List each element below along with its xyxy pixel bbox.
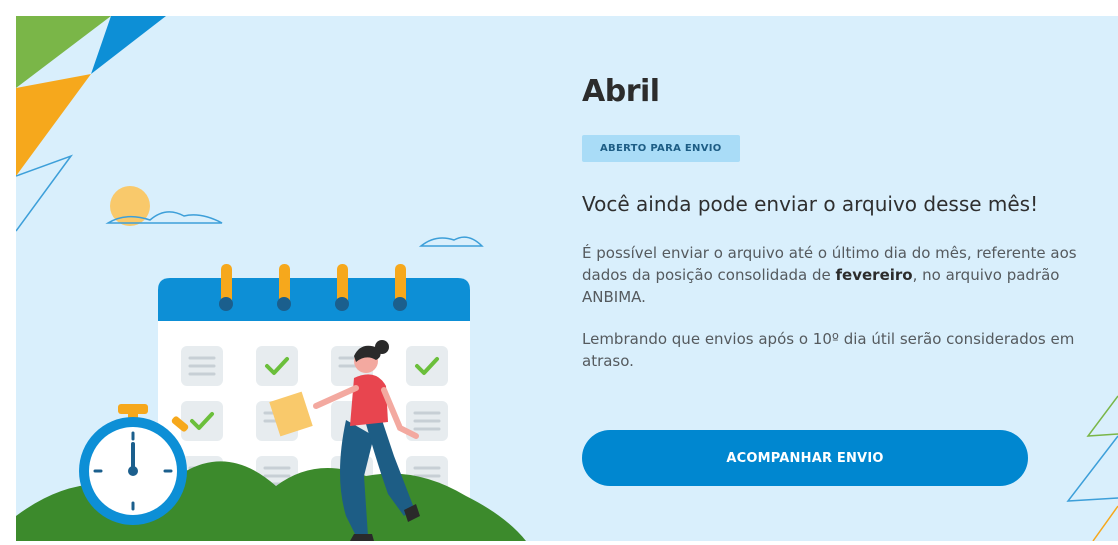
month-title: Abril: [582, 74, 660, 109]
track-submission-button[interactable]: ACOMPANHAR ENVIO: [582, 430, 1028, 486]
deadline-paragraph: Lembrando que envios após o 10º dia útil…: [582, 330, 1075, 370]
decorative-lines: [1066, 395, 1118, 541]
calendar-illustration: [16, 16, 526, 541]
card-subtitle: Você ainda pode enviar o arquivo desse m…: [582, 192, 1039, 216]
info-paragraph: É possível enviar o arquivo até o último…: [582, 242, 1082, 308]
sun-icon: [110, 186, 150, 226]
cloud-icon: [105, 211, 484, 247]
card-content: Abril ABERTO PARA ENVIO Você ainda pode …: [582, 74, 1082, 372]
stopwatch-icon: [79, 404, 189, 525]
highlight-month: fevereiro: [835, 266, 913, 284]
status-badge: ABERTO PARA ENVIO: [582, 135, 740, 162]
send-status-card: Abril ABERTO PARA ENVIO Você ainda pode …: [16, 16, 1118, 541]
